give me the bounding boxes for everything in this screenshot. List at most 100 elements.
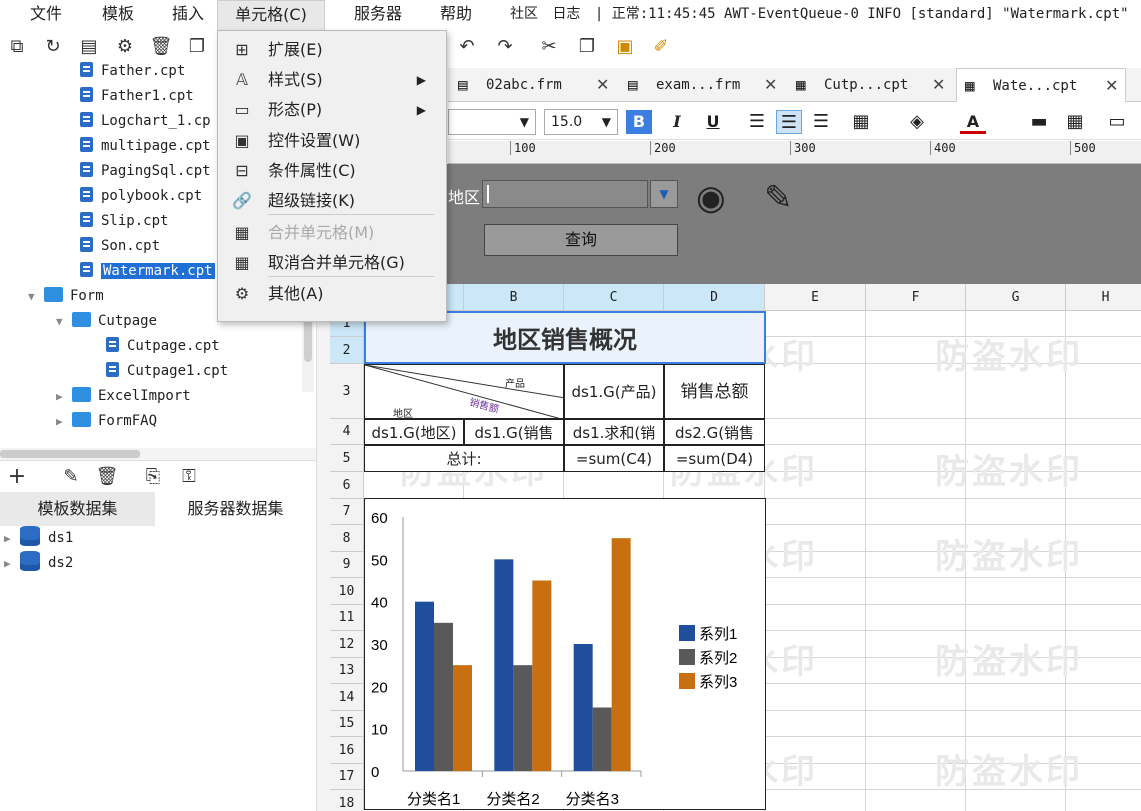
align-left-icon[interactable]: ☰ (744, 110, 770, 134)
menu-insert[interactable]: 插入 (156, 0, 220, 30)
tree-file[interactable]: Logchart_1.cp (80, 109, 211, 134)
close-icon[interactable]: ✕ (764, 68, 777, 102)
delete-icon[interactable]: 🗑 (148, 34, 174, 60)
close-icon[interactable]: ✕ (1105, 69, 1118, 103)
cell-d3[interactable]: 销售总额 (664, 364, 765, 419)
row-header[interactable]: 18 (330, 790, 364, 811)
cell-menu-item[interactable]: ▣控件设置(W) (218, 126, 446, 156)
hide-eye-icon[interactable]: ◉ (696, 178, 726, 218)
cut-icon[interactable]: ✂ (536, 34, 562, 60)
doc-tab[interactable]: ▤02abc.frm✕ (450, 68, 618, 102)
redo-icon[interactable]: ↷ (492, 34, 518, 60)
cell-d4[interactable]: ds2.G(销售 (664, 419, 765, 445)
cell-menu-item[interactable]: 🔗超级链接(K) (218, 186, 446, 216)
delete-dataset-icon[interactable]: 🗑 (94, 464, 120, 490)
tree-file[interactable]: Father.cpt (80, 62, 185, 84)
tree-file[interactable]: multipage.cpt (80, 134, 211, 159)
refresh-icon[interactable]: ↻ (40, 34, 66, 60)
row-header[interactable]: 10 (330, 578, 364, 605)
bold-button[interactable]: B (626, 110, 652, 134)
open-icon[interactable]: ▤ (76, 34, 102, 60)
bar-1-1[interactable] (513, 665, 532, 771)
fill-color-icon[interactable]: ◈ (904, 110, 930, 134)
menu-file[interactable]: 文件 (14, 0, 78, 30)
cell-d5[interactable]: =sum(D4) (664, 445, 765, 472)
column-header[interactable]: E (765, 284, 866, 311)
pencil-icon[interactable]: ✎ (764, 178, 793, 218)
menu-log[interactable]: 日志 (552, 6, 580, 22)
row-header[interactable]: 3 (330, 364, 364, 419)
underline-button[interactable]: U (700, 110, 726, 134)
row-header[interactable]: 6 (330, 472, 364, 499)
bar-1-0[interactable] (494, 559, 513, 771)
more-icon[interactable]: ▭ (1104, 110, 1130, 134)
region-dropdown-button[interactable]: ▼ (650, 180, 678, 208)
cell-a4[interactable]: ds1.G(地区) (364, 419, 464, 445)
column-header[interactable]: H (1066, 284, 1141, 311)
copy-icon[interactable]: ❐ (574, 34, 600, 60)
cell-menu-item[interactable]: ⊟条件属性(C) (218, 156, 446, 186)
tree-file[interactable]: Slip.cpt (80, 209, 168, 234)
font-size-select[interactable]: 15.0▼ (544, 109, 618, 135)
settings-icon[interactable]: ⚙ (112, 34, 138, 60)
cell-c3[interactable]: ds1.G(产品) (564, 364, 664, 419)
bar-0-0[interactable] (415, 602, 434, 771)
font-color-button[interactable]: A (960, 110, 986, 134)
row-header[interactable]: 12 (330, 631, 364, 658)
format-painter-icon[interactable]: ✐ (648, 34, 674, 60)
tree-file[interactable]: Son.cpt (80, 234, 160, 259)
row-header[interactable]: 7 (330, 499, 364, 525)
bar-2-0[interactable] (574, 644, 593, 771)
table-icon[interactable]: ▦ (1062, 110, 1088, 134)
row-header[interactable]: 15 (330, 711, 364, 737)
menu-server[interactable]: 服务器 (340, 0, 416, 30)
query-button[interactable]: 查询 (484, 224, 678, 256)
edit-icon[interactable]: ✎ (58, 464, 84, 490)
bar-0-2[interactable] (453, 665, 472, 771)
italic-button[interactable]: I (664, 110, 690, 134)
close-icon[interactable]: ✕ (596, 68, 609, 102)
row-header[interactable]: 5 (330, 445, 364, 472)
border-icon[interactable]: ▦ (848, 110, 874, 134)
paste-icon[interactable]: ▣ (612, 34, 638, 60)
font-family-select[interactable]: ▼ (448, 109, 536, 135)
cell-menu-item[interactable]: ⚙其他(A) (218, 279, 446, 309)
menu-cell[interactable]: 单元格(C) (217, 0, 325, 30)
column-header[interactable]: B (464, 284, 564, 311)
row-header[interactable]: 11 (330, 605, 364, 631)
row-header[interactable]: 4 (330, 419, 364, 445)
doc-tab[interactable]: ▦Wate...cpt✕ (956, 68, 1126, 102)
column-header[interactable]: C (564, 284, 664, 311)
tree-folder[interactable]: ▼Cutpage (56, 309, 157, 334)
row-header[interactable]: 16 (330, 737, 364, 764)
params-icon[interactable]: ⚿ (176, 464, 202, 490)
tree-file[interactable]: polybook.cpt (80, 184, 202, 209)
bar-0-1[interactable] (434, 623, 453, 771)
freeze-icon[interactable]: ▬ (1026, 110, 1052, 134)
cell-a5[interactable]: 总计: (364, 445, 564, 472)
row-header[interactable]: 2 (330, 337, 364, 364)
menu-help[interactable]: 帮助 (426, 0, 486, 30)
row-header[interactable]: 8 (330, 525, 364, 552)
column-header[interactable]: D (664, 284, 765, 311)
bar-2-2[interactable] (612, 538, 631, 771)
tree-folder[interactable]: ▼Form (28, 284, 104, 309)
row-header[interactable]: 17 (330, 764, 364, 790)
cell-menu-item[interactable]: 𝔸样式(S)▶ (218, 65, 446, 95)
tree-folder[interactable]: ▶FormFAQ (56, 409, 157, 434)
row-header[interactable]: 14 (330, 684, 364, 711)
dataset-item[interactable]: ▶ds2 (4, 551, 73, 576)
tree-hscrollbar[interactable] (0, 448, 316, 460)
chevron-down-icon[interactable]: ▼ (28, 284, 44, 309)
cell-menu-item[interactable]: ⊞扩展(E) (218, 35, 446, 65)
tree-file[interactable]: Watermark.cpt (80, 259, 215, 284)
row-header[interactable]: 9 (330, 552, 364, 578)
chevron-right-icon[interactable]: ▶ (56, 384, 72, 409)
dataset-item[interactable]: ▶ds1 (4, 526, 73, 551)
cell-c4[interactable]: ds1.求和(销 (564, 419, 664, 445)
cell-menu-item[interactable]: ▦取消合并单元格(G) (218, 248, 446, 278)
column-header[interactable]: F (866, 284, 966, 311)
align-center-icon[interactable]: ☰ (776, 110, 802, 134)
add-dataset-icon[interactable]: + (4, 464, 30, 490)
chevron-down-icon[interactable]: ▼ (56, 309, 72, 334)
